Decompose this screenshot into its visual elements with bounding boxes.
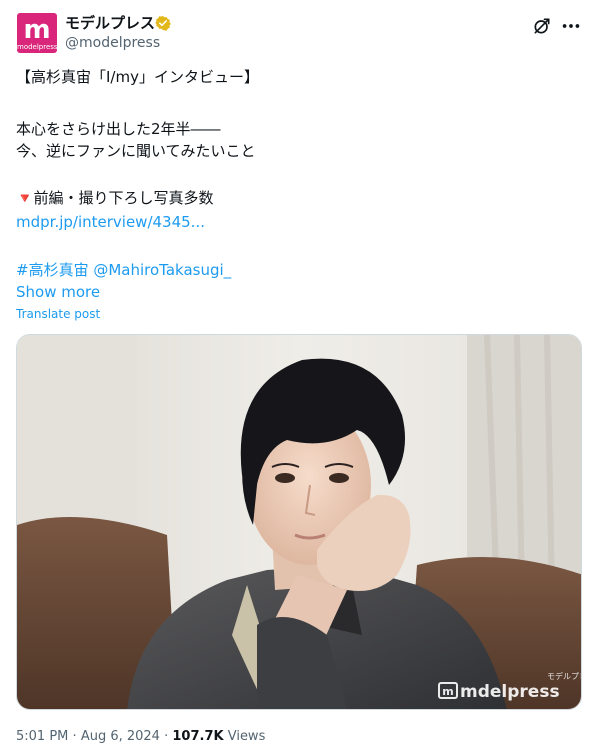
avatar-logo-mark: m (23, 15, 51, 45)
user-handle[interactable]: @modelpress (65, 35, 160, 52)
translate-post-link[interactable]: Translate post (16, 307, 100, 321)
watermark-brand: mdelpress (460, 682, 560, 702)
views-count: 107.7K (172, 729, 224, 744)
display-name[interactable]: モデルプレス (65, 14, 155, 32)
avatar[interactable]: m modelpress (17, 13, 57, 53)
grok-icon[interactable] (532, 16, 552, 36)
tweet-meta: 5:01 PM · Aug 6, 2024 · 107.7K Views (16, 728, 265, 746)
separator: · (72, 729, 77, 744)
article-link[interactable]: mdpr.jp/interview/4345... (16, 212, 205, 232)
watermark-small: モデルプレス (547, 671, 582, 681)
tweet-text-line: 🔻前編・撮り下ろし写真多数 (16, 188, 213, 209)
verified-badge-icon (155, 16, 171, 31)
tweet-photo[interactable]: m mdelpress モデルプレス (16, 334, 582, 710)
tweet-text-line: 本心をさらけ出した2年半―― (16, 120, 221, 138)
hashtag-link[interactable]: #高杉真宙 (16, 261, 89, 279)
more-options-icon[interactable] (560, 16, 582, 36)
tweet-tags-line: #高杉真宙 @MahiroTakasugi_ (16, 260, 231, 280)
tweet-text-title: 【高杉真宙「I/my」インタビュー】 (16, 68, 259, 86)
tweet-text-segment: 前編・撮り下ろし写真多数 (33, 189, 214, 207)
mention-link[interactable]: @MahiroTakasugi_ (93, 261, 231, 279)
post-date[interactable]: Aug 6, 2024 (81, 729, 160, 744)
portrait-photo-illustration: m mdelpress モデルプレス (17, 335, 582, 709)
svg-text:m: m (442, 685, 453, 698)
tweet-text-line: 今、逆にファンに聞いてみたいこと (16, 142, 256, 160)
separator: · (164, 729, 169, 744)
avatar-logo-text: modelpress (17, 43, 57, 51)
show-more-link[interactable]: Show more (16, 283, 100, 301)
down-triangle-emoji-icon: 🔻 (16, 191, 34, 207)
views-label: Views (227, 729, 266, 744)
post-time[interactable]: 5:01 PM (16, 729, 68, 744)
